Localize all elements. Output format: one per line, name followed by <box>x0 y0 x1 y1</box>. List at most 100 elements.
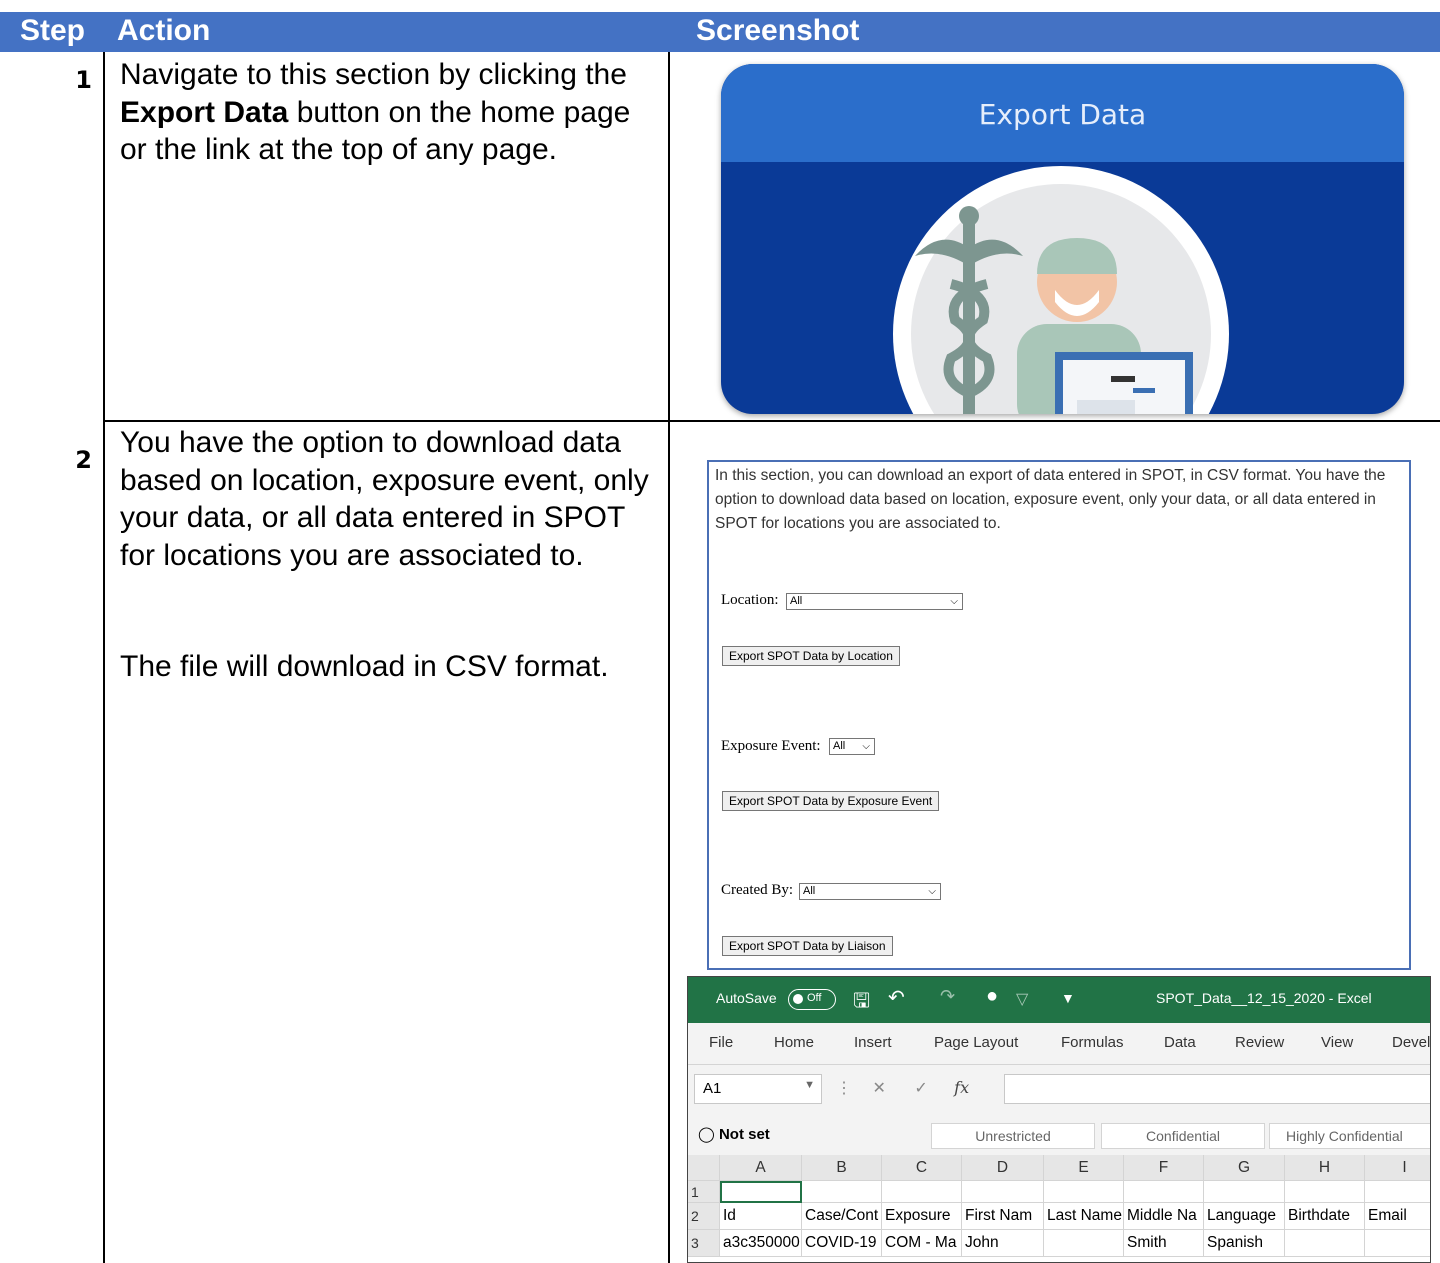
cell[interactable]: First Nam <box>962 1203 1044 1230</box>
enter-icon[interactable]: ✓ <box>914 1080 927 1097</box>
cell[interactable]: Last Name <box>1044 1203 1124 1230</box>
export-by-exposure-button[interactable]: Export SPOT Data by Exposure Event <box>722 791 940 811</box>
window-title: SPOT_Data__12_15_2020 - Excel <box>1156 990 1372 1006</box>
undo-icon[interactable]: ↶ <box>888 985 905 1010</box>
location-select-value: All <box>790 595 803 607</box>
tab-formulas[interactable]: Formulas <box>1061 1034 1124 1051</box>
cell[interactable]: Case/Cont <box>802 1203 882 1230</box>
tab-file[interactable]: File <box>709 1034 733 1051</box>
name-box-value: A1 <box>703 1080 722 1097</box>
chevron-down-icon: ⌵ <box>862 741 870 752</box>
cell[interactable] <box>1285 1181 1365 1203</box>
table-divider <box>668 52 670 1263</box>
column-header[interactable]: B <box>802 1155 882 1181</box>
row-header[interactable]: 1 <box>688 1181 720 1203</box>
filter-icon[interactable]: ▽ <box>1016 989 1028 1009</box>
cancel-icon[interactable]: ✕ <box>872 1080 885 1097</box>
tab-page-layout[interactable]: Page Layout <box>934 1034 1018 1051</box>
column-header[interactable]: E <box>1044 1155 1124 1181</box>
step-number: 2 <box>75 446 92 474</box>
cell[interactable]: COVID-19 <box>802 1230 882 1257</box>
cell[interactable] <box>1365 1230 1430 1257</box>
formula-input[interactable] <box>1004 1074 1430 1104</box>
header-screenshot: Screenshot <box>696 14 860 47</box>
excel-window: AutoSave Off 🖫 ↶ ↷ ● ▽ ▼ SPOT_Data__12_1… <box>687 976 1431 1263</box>
export-data-tile[interactable]: Export Data <box>721 64 1404 414</box>
save-icon[interactable]: 🖫 <box>853 986 870 1020</box>
row-header[interactable]: 2 <box>688 1203 720 1230</box>
cell[interactable]: John <box>962 1230 1044 1257</box>
ribbon-tabs: File Home Insert Page Layout Formulas Da… <box>688 1023 1430 1065</box>
header-action: Action <box>117 14 211 47</box>
insert-function-icon[interactable]: fx <box>954 1078 969 1097</box>
column-header[interactable]: A <box>720 1155 802 1181</box>
cell[interactable] <box>1204 1181 1285 1203</box>
sensitivity-value: Not set <box>718 1126 770 1143</box>
cell[interactable]: Spanish <box>1204 1230 1285 1257</box>
created-by-select-value: All <box>803 885 816 897</box>
cell[interactable] <box>1044 1181 1124 1203</box>
column-header[interactable]: H <box>1285 1155 1365 1181</box>
column-header[interactable]: C <box>882 1155 962 1181</box>
row-header[interactable]: 3 <box>688 1230 720 1257</box>
cell[interactable] <box>1044 1230 1124 1257</box>
cell[interactable]: Email <box>1365 1203 1430 1230</box>
excel-title-bar: AutoSave Off 🖫 ↶ ↷ ● ▽ ▼ SPOT_Data__12_1… <box>688 977 1430 1023</box>
column-header[interactable]: F <box>1124 1155 1204 1181</box>
column-header[interactable]: G <box>1204 1155 1285 1181</box>
record-icon[interactable]: ● <box>986 985 998 1008</box>
cell[interactable] <box>1285 1230 1365 1257</box>
column-header[interactable]: D <box>962 1155 1044 1181</box>
action-text: Navigate to this section by clicking the <box>120 58 627 91</box>
autosave-label: AutoSave <box>716 990 777 1006</box>
autosave-state: Off <box>807 992 822 1004</box>
step-action-text: The file will download in CSV format. <box>120 650 609 683</box>
cell[interactable] <box>962 1181 1044 1203</box>
sensitivity-highly-confidential[interactable]: Highly Confidential <box>1269 1123 1430 1149</box>
exposure-event-select[interactable]: All ⌵ <box>829 738 875 755</box>
sensitivity-unrestricted[interactable]: Unrestricted <box>931 1123 1095 1149</box>
chevron-down-icon: ⌵ <box>928 886 936 897</box>
tab-home[interactable]: Home <box>774 1034 814 1051</box>
cell[interactable]: COM - Ma <box>882 1230 962 1257</box>
sensitivity-bar: ◯ Not set Unrestricted Confidential High… <box>688 1115 1430 1155</box>
cell[interactable]: a3c350000 <box>720 1230 802 1257</box>
cell[interactable]: Birthdate <box>1285 1203 1365 1230</box>
tag-icon: ◯ <box>698 1126 715 1143</box>
customize-toolbar-icon[interactable]: ▼ <box>1061 990 1075 1006</box>
exposure-event-label: Exposure Event: <box>721 738 821 754</box>
redo-icon[interactable]: ↷ <box>940 986 955 1007</box>
export-by-location-button[interactable]: Export SPOT Data by Location <box>722 646 900 666</box>
cell[interactable]: Exposure <box>882 1203 962 1230</box>
cell[interactable] <box>882 1181 962 1203</box>
autosave-toggle[interactable]: Off <box>788 989 836 1010</box>
cell[interactable] <box>1365 1181 1430 1203</box>
chevron-down-icon: ⌵ <box>950 596 958 607</box>
cell[interactable]: Id <box>720 1203 802 1230</box>
tab-data[interactable]: Data <box>1164 1034 1196 1051</box>
sensitivity-confidential[interactable]: Confidential <box>1101 1123 1265 1149</box>
cell[interactable]: Smith <box>1124 1230 1204 1257</box>
created-by-label: Created By: <box>721 882 794 898</box>
tab-developer[interactable]: Devel <box>1392 1034 1430 1051</box>
location-select[interactable]: All ⌵ <box>786 593 963 610</box>
tab-review[interactable]: Review <box>1235 1034 1284 1051</box>
tab-insert[interactable]: Insert <box>854 1034 892 1051</box>
table-divider <box>103 52 105 1263</box>
cell[interactable] <box>1124 1181 1204 1203</box>
cell[interactable]: Language <box>1204 1203 1285 1230</box>
tab-view[interactable]: View <box>1321 1034 1353 1051</box>
column-header[interactable]: I <box>1365 1155 1430 1181</box>
cell-a1[interactable] <box>720 1181 802 1203</box>
more-icon: ⋮ <box>836 1080 852 1097</box>
cell[interactable] <box>802 1181 882 1203</box>
toggle-knob <box>793 994 803 1004</box>
cell[interactable]: Middle Na <box>1124 1203 1204 1230</box>
created-by-select[interactable]: All ⌵ <box>799 883 941 900</box>
select-all-corner[interactable] <box>688 1155 720 1181</box>
export-by-liaison-button[interactable]: Export SPOT Data by Liaison <box>722 936 893 956</box>
healthcare-worker-icon <box>893 166 1229 414</box>
export-form: In this section, you can download an exp… <box>707 460 1411 970</box>
formula-icons: ⋮ ✕ ✓ fx <box>836 1078 969 1098</box>
name-box[interactable]: A1 ▼ <box>694 1074 822 1104</box>
